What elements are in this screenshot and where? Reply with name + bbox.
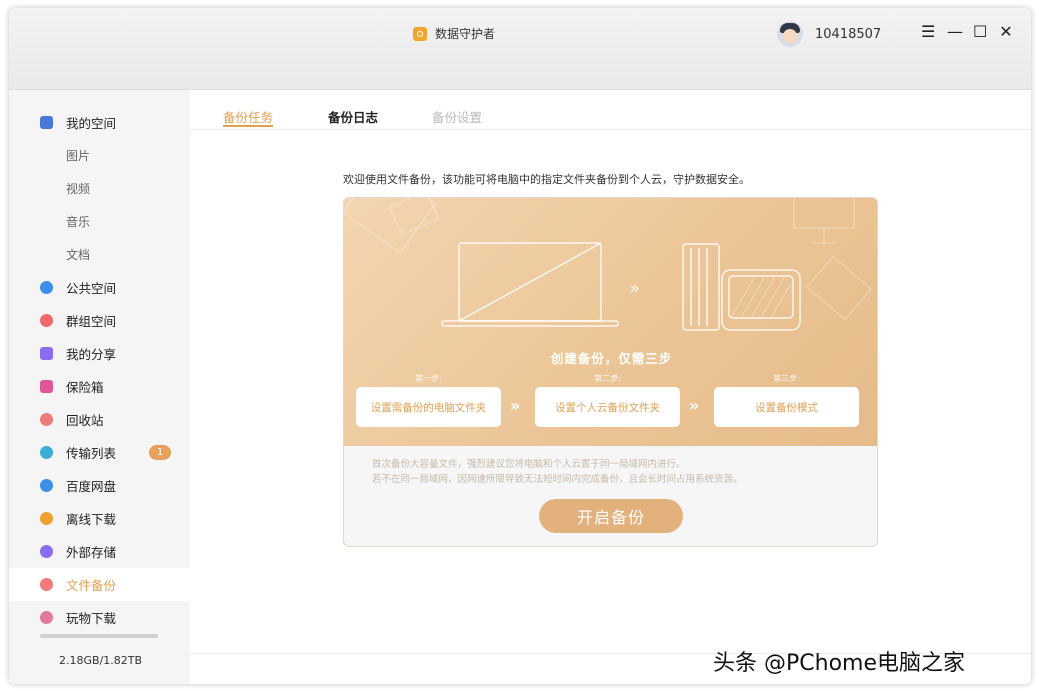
sidebar-item-music[interactable]: 音乐 [9, 205, 190, 238]
app-title-text: 数据守护者 [435, 27, 496, 41]
sidebar-item-label: 音乐 [66, 215, 91, 229]
sidebar-item-label: 文件备份 [66, 578, 117, 593]
menu-icon[interactable]: ☰ [921, 22, 935, 42]
external-storage-icon [40, 545, 53, 558]
step-1-button[interactable]: 设置需备份的电脑文件夹 [356, 387, 501, 427]
baidu-cloud-icon [40, 479, 53, 492]
sidebar-item-transfer-list[interactable]: 传输列表 1 [9, 436, 190, 469]
sidebar-item-label: 回收站 [66, 413, 104, 428]
sidebar-item-label: 图片 [66, 149, 91, 163]
close-icon[interactable]: ✕ [999, 22, 1013, 42]
sidebar-item-offline-download[interactable]: 离线下载 [9, 502, 190, 535]
backup-guide-panel: » 创建备份，仅需三步 第一步: 设置需备份的电脑文件夹 » 第二步: 设置个人… [343, 197, 878, 547]
sidebar-item-label: 公共空间 [66, 281, 117, 296]
sidebar-item-label: 百度网盘 [66, 479, 117, 494]
step-2-caption: 第二步: [594, 374, 621, 383]
sidebar-item-baidu-cloud[interactable]: 百度网盘 [9, 469, 190, 502]
app-title: 数据守护者 [413, 25, 495, 42]
tab-backup-tasks[interactable]: 备份任务 [223, 107, 274, 127]
sidebar-item-safe[interactable]: 保险箱 [9, 370, 190, 403]
maximize-icon[interactable]: ☐ [973, 22, 987, 42]
minimize-icon[interactable]: — [947, 22, 963, 42]
backup-banner: » 创建备份，仅需三步 第一步: 设置需备份的电脑文件夹 » 第二步: 设置个人… [344, 198, 877, 446]
watermark-text: 头条 @PChome电脑之家 [713, 651, 965, 676]
tab-backup-log[interactable]: 备份日志 [328, 107, 378, 126]
file-backup-icon [40, 578, 53, 591]
step-3-caption: 第三步: [773, 374, 800, 383]
step-1-caption: 第一步: [415, 374, 442, 383]
sidebar-item-label: 传输列表 [66, 446, 117, 461]
sidebar-item-my-share[interactable]: 我的分享 [9, 337, 190, 370]
sidebar-item-label: 外部存储 [66, 545, 117, 560]
sidebar-item-recycle-bin[interactable]: 回收站 [9, 403, 190, 436]
trash-icon [40, 413, 53, 426]
transfer-icon [40, 446, 53, 459]
storage-usage-text: 2.18GB/1.82TB [59, 654, 143, 667]
wanwu-download-icon [40, 611, 53, 624]
title-bar: 数据守护者 10418507 ☰ — ☐ ✕ [9, 8, 1031, 90]
sidebar-item-label: 离线下载 [66, 512, 117, 527]
backup-steps-heading: 创建备份，仅需三步 [550, 351, 673, 366]
note-line-1: 首次备份大容量文件，强烈建议您将电脑和个人云置于同一局域网内进行。 [372, 459, 686, 470]
sidebar-item-wanwu-download[interactable]: 玩物下载 [9, 601, 190, 634]
tab-backup-settings[interactable]: 备份设置 [432, 107, 482, 126]
sidebar-item-label: 我的分享 [66, 347, 117, 362]
sidebar-item-label: 群组空间 [66, 314, 117, 329]
sidebar-item-label: 保险箱 [66, 380, 104, 395]
sidebar-item-public-space[interactable]: 公共空间 [9, 271, 190, 304]
user-id: 10418507 [815, 26, 882, 42]
my-space-icon [40, 116, 53, 129]
window-controls: ☰ — ☐ ✕ [921, 22, 1013, 42]
sidebar: 我的空间 图片 视频 音乐 文档 公共空间 群组空间 我的分享 保险箱 回收站 … [9, 90, 190, 684]
backup-notes: 首次备份大容量文件，强烈建议您将电脑和个人云置于同一局域网内进行。 若不在同一局… [372, 457, 743, 487]
storage-usage-bar [40, 634, 158, 638]
sidebar-item-label: 我的空间 [66, 116, 117, 131]
step-3-button[interactable]: 设置备份模式 [714, 387, 859, 427]
share-icon [40, 347, 53, 360]
user-info[interactable]: 10418507 [777, 21, 881, 47]
start-backup-button[interactable]: 开启备份 [539, 499, 683, 533]
sidebar-item-label: 视频 [66, 182, 91, 196]
safe-icon [40, 380, 53, 393]
sidebar-item-external-storage[interactable]: 外部存储 [9, 535, 190, 568]
app-logo-icon [413, 26, 427, 41]
sidebar-item-pictures[interactable]: 图片 [9, 139, 190, 172]
tab-bar: 备份任务 备份日志 备份设置 [190, 90, 1031, 130]
sidebar-item-videos[interactable]: 视频 [9, 172, 190, 205]
step-arrow-2: » [689, 396, 700, 415]
sidebar-item-label: 玩物下载 [66, 611, 117, 626]
group-space-icon [40, 314, 53, 327]
avatar[interactable] [777, 21, 803, 47]
sidebar-item-group-space[interactable]: 群组空间 [9, 304, 190, 337]
note-line-2: 若不在同一局域网，因网速所限导致无法短时间内完成备份，且会长时间占用系统资源。 [372, 474, 743, 485]
sidebar-item-label: 文档 [66, 248, 91, 262]
sidebar-item-documents[interactable]: 文档 [9, 238, 190, 271]
offline-download-icon [40, 512, 53, 525]
public-space-icon [40, 281, 53, 294]
app-window: 数据守护者 10418507 ☰ — ☐ ✕ 我的空间 图片 视频 音乐 文档 [9, 8, 1031, 684]
sidebar-item-file-backup[interactable]: 文件备份 [9, 568, 190, 601]
transfer-count-badge: 1 [149, 445, 171, 460]
step-2-button[interactable]: 设置个人云备份文件夹 [535, 387, 680, 427]
intro-text: 欢迎使用文件备份，该功能可将电脑中的指定文件夹备份到个人云，守护数据安全。 [343, 173, 750, 186]
svg-text:»: » [629, 278, 640, 299]
step-arrow-1: » [510, 396, 521, 415]
sidebar-item-my-space[interactable]: 我的空间 [9, 106, 190, 139]
